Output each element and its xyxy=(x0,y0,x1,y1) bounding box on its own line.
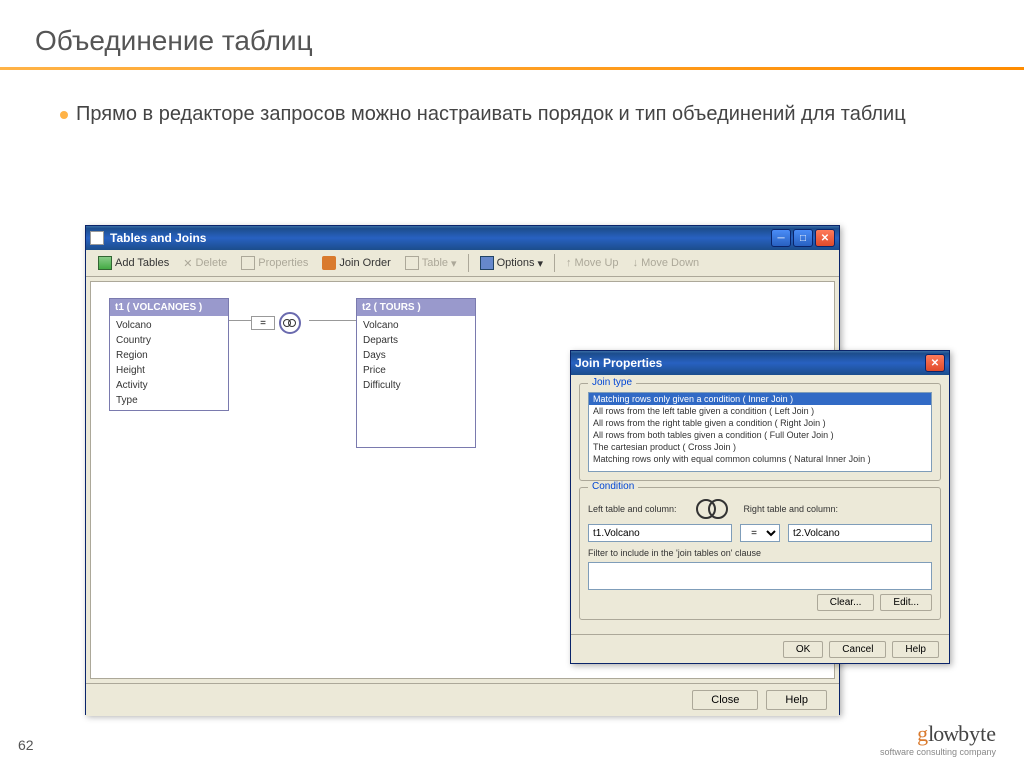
edit-button[interactable]: Edit... xyxy=(880,594,932,611)
move-down-button[interactable]: ↓Move Down xyxy=(627,255,706,271)
window-title: Tables and Joins xyxy=(110,231,771,245)
page-number: 62 xyxy=(18,737,34,753)
close-button[interactable]: ✕ xyxy=(815,229,835,247)
group-label: Condition xyxy=(588,481,638,492)
table-field[interactable]: Volcano xyxy=(110,318,228,333)
join-type-icon[interactable] xyxy=(279,312,301,334)
table-field[interactable]: Activity xyxy=(110,378,228,393)
ok-button[interactable]: OK xyxy=(783,641,823,658)
add-tables-button[interactable]: Add Tables xyxy=(92,254,175,272)
join-type-option[interactable]: The cartesian product ( Cross Join ) xyxy=(589,441,931,453)
group-label: Join type xyxy=(588,377,636,388)
table-field[interactable]: Region xyxy=(110,348,228,363)
venn-icon xyxy=(696,498,730,520)
join-order-icon xyxy=(322,256,336,270)
table-body: Volcano Country Region Height Activity T… xyxy=(110,316,228,410)
dialog-button-bar: OK Cancel Help xyxy=(571,634,949,664)
right-column-input[interactable] xyxy=(788,524,932,542)
table-field[interactable]: Type xyxy=(110,393,228,408)
chevron-down-icon: ▾ xyxy=(451,257,457,270)
join-operator[interactable]: = xyxy=(251,316,275,330)
separator xyxy=(554,254,555,272)
close-button[interactable]: Close xyxy=(692,690,758,710)
chevron-down-icon: ▾ xyxy=(538,257,544,270)
join-type-option[interactable]: All rows from both tables given a condit… xyxy=(589,429,931,441)
dialog-body: Join type Matching rows only given a con… xyxy=(571,375,949,634)
close-button[interactable]: ✕ xyxy=(925,354,945,372)
table-icon xyxy=(405,256,419,270)
table-field[interactable]: Price xyxy=(357,363,475,378)
cancel-button[interactable]: Cancel xyxy=(829,641,886,658)
properties-button[interactable]: Properties xyxy=(235,254,314,272)
join-connector xyxy=(309,320,356,321)
help-button[interactable]: Help xyxy=(766,690,827,710)
table-t2[interactable]: t2 ( TOURS ) Volcano Departs Days Price … xyxy=(356,298,476,448)
join-type-group: Join type Matching rows only given a con… xyxy=(579,383,941,481)
filter-textarea[interactable] xyxy=(588,562,932,590)
join-type-list[interactable]: Matching rows only given a condition ( I… xyxy=(588,392,932,472)
left-col-label: Left table and column: xyxy=(588,504,688,514)
table-field[interactable]: Volcano xyxy=(357,318,475,333)
join-properties-dialog: Join Properties ✕ Join type Matching row… xyxy=(570,350,950,664)
table-field[interactable]: Height xyxy=(110,363,228,378)
title-divider xyxy=(0,67,1024,70)
table-field[interactable]: Departs xyxy=(357,333,475,348)
properties-icon xyxy=(241,256,255,270)
join-type-option[interactable]: Matching rows only with equal common col… xyxy=(589,453,931,465)
join-connector xyxy=(229,320,251,321)
join-type-option[interactable]: All rows from the left table given a con… xyxy=(589,405,931,417)
arrow-up-icon: ↑ xyxy=(566,257,572,269)
join-order-button[interactable]: Join Order xyxy=(316,254,396,272)
table-t1[interactable]: t1 ( VOLCANOES ) Volcano Country Region … xyxy=(109,298,229,411)
delete-icon: ✕ xyxy=(183,257,192,270)
join-type-option[interactable]: All rows from the right table given a co… xyxy=(589,417,931,429)
titlebar[interactable]: Join Properties ✕ xyxy=(571,351,949,375)
bullet-content: Прямо в редакторе запросов можно настраи… xyxy=(76,103,906,125)
table-field[interactable]: Days xyxy=(357,348,475,363)
logo-tagline: software consulting company xyxy=(880,747,996,757)
join-widget[interactable]: = xyxy=(251,312,301,334)
condition-group: Condition Left table and column: Right t… xyxy=(579,487,941,620)
left-column-input[interactable] xyxy=(588,524,732,542)
table-body: Volcano Departs Days Price Difficulty xyxy=(357,316,475,395)
minimize-button[interactable]: ─ xyxy=(771,229,791,247)
table-dropdown[interactable]: Table ▾ xyxy=(399,254,463,272)
table-header[interactable]: t2 ( TOURS ) xyxy=(357,299,475,316)
right-col-label: Right table and column: xyxy=(738,504,838,514)
toolbar: Add Tables ✕Delete Properties Join Order… xyxy=(86,250,839,277)
table-add-icon xyxy=(98,256,112,270)
bullet-text: Прямо в редакторе запросов можно настраи… xyxy=(0,100,1024,148)
join-type-option[interactable]: Matching rows only given a condition ( I… xyxy=(589,393,931,405)
options-icon xyxy=(480,256,494,270)
bullet-icon xyxy=(60,111,68,119)
app-icon xyxy=(90,231,104,245)
dialog-title: Join Properties xyxy=(575,356,925,370)
table-field[interactable]: Country xyxy=(110,333,228,348)
filter-label: Filter to include in the 'join tables on… xyxy=(588,548,932,558)
table-field[interactable]: Difficulty xyxy=(357,378,475,393)
options-dropdown[interactable]: Options ▾ xyxy=(474,254,549,272)
separator xyxy=(468,254,469,272)
help-button[interactable]: Help xyxy=(892,641,939,658)
delete-button[interactable]: ✕Delete xyxy=(177,255,233,272)
titlebar[interactable]: Tables and Joins ─ □ ✕ xyxy=(86,226,839,250)
logo: glowbyte software consulting company xyxy=(880,721,996,757)
clear-button[interactable]: Clear... xyxy=(817,594,875,611)
button-bar: Close Help xyxy=(86,683,839,716)
arrow-down-icon: ↓ xyxy=(633,257,639,269)
table-header[interactable]: t1 ( VOLCANOES ) xyxy=(110,299,228,316)
maximize-button[interactable]: □ xyxy=(793,229,813,247)
slide-title: Объединение таблиц xyxy=(0,0,1024,67)
move-up-button[interactable]: ↑Move Up xyxy=(560,255,625,271)
operator-select[interactable]: = xyxy=(740,524,780,542)
